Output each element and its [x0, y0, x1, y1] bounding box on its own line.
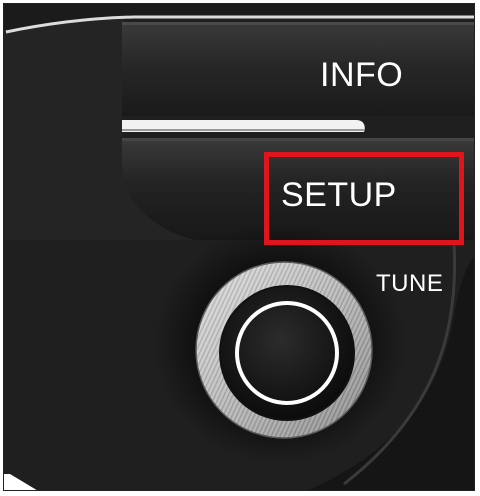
setup-button[interactable]	[122, 138, 474, 240]
info-button[interactable]	[122, 22, 474, 116]
screenshot-frame: INFO SETUP TUNE	[3, 3, 475, 491]
tune-knob[interactable]	[196, 262, 372, 438]
tune-knob-label: TUNE	[376, 270, 444, 297]
